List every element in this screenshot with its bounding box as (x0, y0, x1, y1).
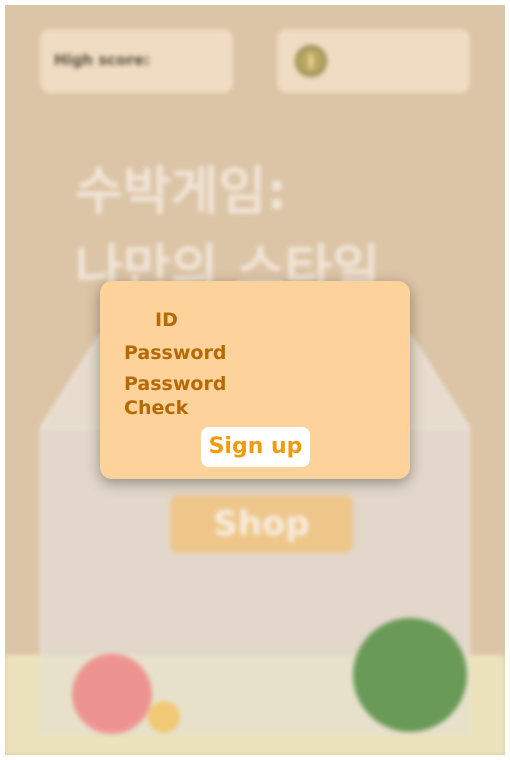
password-check-label: Password Check (124, 373, 227, 419)
id-label: ID (155, 309, 178, 331)
password-label: Password (124, 342, 227, 364)
watermelon-fruit (353, 618, 467, 732)
high-score-label: High score: (54, 51, 151, 69)
signup-dialog: ID Password Password Check Sign up (100, 281, 410, 479)
game-title-line-1: 수박게임: (75, 162, 288, 222)
sign-up-button[interactable]: Sign up (201, 427, 310, 467)
coin-icon (295, 45, 327, 77)
shop-button[interactable]: Shop (170, 495, 353, 553)
coin-panel (277, 29, 470, 93)
orange-fruit (148, 701, 180, 733)
high-score-panel: High score: (40, 29, 233, 93)
peach-fruit (72, 654, 152, 734)
